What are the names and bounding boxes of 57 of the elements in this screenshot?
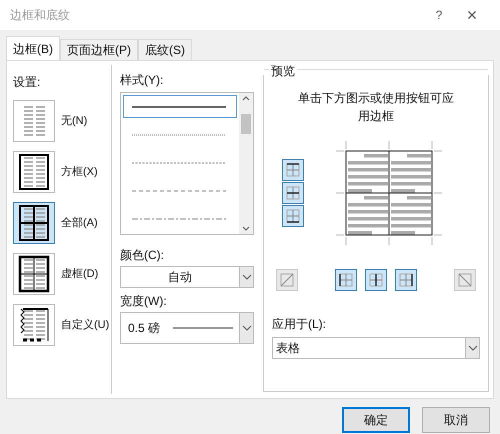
color-dropdown[interactable]: 自动 xyxy=(120,266,254,288)
help-button[interactable]: ? xyxy=(424,6,454,24)
dialog-button[interactable]: 确定 xyxy=(342,407,410,433)
border-grid-icon xyxy=(367,271,385,289)
tab[interactable]: 底纹(S) xyxy=(138,39,192,60)
tab[interactable]: 页面边框(P) xyxy=(60,39,138,60)
border-toggle-button[interactable] xyxy=(276,269,298,291)
line-style-option[interactable] xyxy=(123,95,237,118)
border-grid-icon xyxy=(337,271,355,289)
scrollbar-thumb[interactable] xyxy=(241,114,251,134)
setting-label: 自定义(U) xyxy=(61,318,110,333)
line-width-icon xyxy=(173,327,233,329)
setting-label: 虚框(D) xyxy=(61,266,98,282)
border-toggle-button[interactable] xyxy=(282,182,304,204)
line-style-icon xyxy=(132,216,226,220)
apply-to-dropdown[interactable]: 表格 xyxy=(272,337,480,359)
line-style-icon xyxy=(132,188,226,192)
width-label: 宽度(W): xyxy=(120,293,168,310)
tab[interactable]: 边框(B) xyxy=(6,36,60,60)
setting-option[interactable] xyxy=(13,304,55,346)
border-grid-icon xyxy=(456,271,474,289)
border-grid-icon xyxy=(284,207,302,225)
settings-label: 设置: xyxy=(13,74,42,91)
color-label: 颜色(C): xyxy=(120,247,165,264)
border-grid-icon xyxy=(397,271,415,289)
width-dropdown[interactable]: 0.5 磅 xyxy=(120,312,254,344)
border-toggle-button[interactable] xyxy=(282,205,304,227)
chevron-down-icon xyxy=(468,345,478,351)
line-style-icon xyxy=(132,160,226,164)
line-style-icon xyxy=(132,104,226,108)
border-toggle-button[interactable] xyxy=(395,269,417,291)
apply-to-label: 应用于(L): xyxy=(271,316,327,333)
line-style-icon xyxy=(132,132,226,136)
border-grid-icon xyxy=(284,184,302,202)
border-grid-icon xyxy=(278,271,296,289)
scroll-down-icon xyxy=(242,226,250,232)
border-toggle-button[interactable] xyxy=(282,159,304,181)
chevron-down-icon xyxy=(242,325,252,331)
preview-hint: 单击下方图示或使用按钮可应用边框 xyxy=(297,90,455,125)
border-toggle-button[interactable] xyxy=(335,269,357,291)
border-toggle-button[interactable] xyxy=(365,269,387,291)
setting-label: 无(N) xyxy=(61,114,88,129)
setting-option[interactable] xyxy=(13,202,55,244)
setting-label: 全部(A) xyxy=(61,216,98,231)
chevron-down-icon xyxy=(242,274,252,280)
border-grid-icon xyxy=(284,161,302,179)
setting-label: 方框(X) xyxy=(61,164,98,180)
setting-option[interactable] xyxy=(13,253,55,295)
style-label: 样式(Y): xyxy=(120,72,164,89)
setting-option[interactable] xyxy=(13,151,55,193)
close-button[interactable]: × xyxy=(454,2,490,28)
scrollbar[interactable] xyxy=(239,93,253,234)
dialog-button[interactable]: 取消 xyxy=(422,407,490,433)
window-title: 边框和底纹 xyxy=(10,7,71,24)
border-toggle-button[interactable] xyxy=(454,269,476,291)
preview-label: 预览 xyxy=(269,62,297,80)
scroll-up-icon xyxy=(242,95,250,101)
